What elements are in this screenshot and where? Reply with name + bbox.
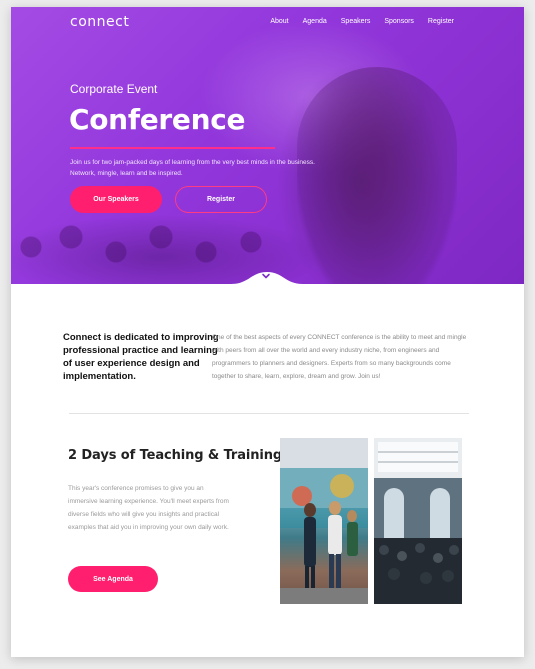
hero-intro: Join us for two jam-packed days of learn… — [70, 159, 315, 177]
nav-item-agenda[interactable]: Agenda — [303, 18, 327, 25]
our-speakers-button[interactable]: Our Speakers — [70, 186, 162, 213]
hero-eyebrow: Corporate Event — [70, 82, 158, 96]
top-navigation: connect About Agenda Speakers Sponsors R… — [11, 7, 524, 41]
event-photo-mural — [280, 438, 368, 604]
register-button[interactable]: Register — [175, 186, 267, 213]
event-photo-venue — [374, 438, 462, 604]
hero-person-silhouette — [297, 67, 457, 285]
hero-title: Conference — [69, 103, 246, 136]
about-body: One of the best aspects of every CONNECT… — [212, 334, 467, 380]
nav-item-register[interactable]: Register — [428, 18, 454, 25]
teaching-body: This year's conference promises to give … — [68, 485, 229, 531]
nav-item-speakers[interactable]: Speakers — [341, 18, 371, 25]
nav-item-sponsors[interactable]: Sponsors — [384, 18, 414, 25]
nav-menu: About Agenda Speakers Sponsors Register — [270, 18, 454, 25]
hero-section: connect About Agenda Speakers Sponsors R… — [11, 7, 524, 285]
page-frame: connect About Agenda Speakers Sponsors R… — [11, 7, 524, 657]
see-agenda-button[interactable]: See Agenda — [68, 566, 158, 592]
section-divider — [69, 413, 469, 414]
teaching-title: 2 Days of Teaching & Training — [68, 448, 283, 463]
title-underline — [70, 147, 275, 149]
nav-item-about[interactable]: About — [270, 18, 288, 25]
chevron-down-icon[interactable] — [261, 271, 271, 281]
about-heading: Connect is dedicated to improving profes… — [63, 332, 219, 382]
brand-logo[interactable]: connect — [70, 14, 129, 30]
